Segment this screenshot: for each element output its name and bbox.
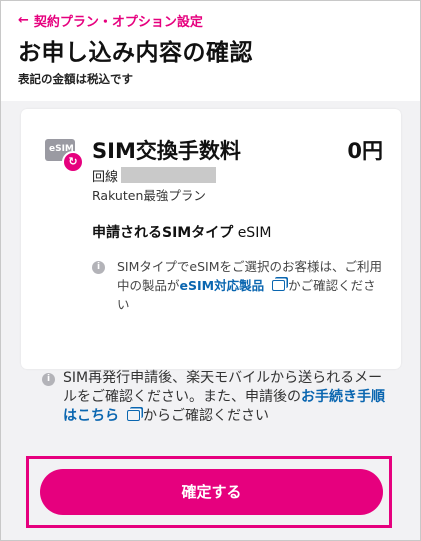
sim-type: 申請されるSIMタイプ eSIM [92,222,271,242]
reissue-note: SIM再発行申請後、楽天モバイルから送られるメールをご確認ください。また、申請後… [63,370,385,424]
refresh-icon: ↻ [62,151,84,173]
back-link[interactable]: ← 契約プラン・オプション設定 [18,11,203,30]
esim-compat-note: SIMタイプでeSIMをご選択のお客様は、ご利用中の製品がeSIM対応製品 かご確… [117,259,383,312]
tax-note: 表記の金額は税込です [18,72,133,86]
back-link-label: 契約プラン・オプション設定 [33,15,203,30]
arrow-left-icon: ← [18,13,29,28]
plan-name: Rakuten最強プラン [92,188,206,203]
fee-card: eSIM ↻ SIM交換手数料 0円 回線 Rakuten最強プラン 申請される… [21,109,401,369]
sim-type-value: eSIM [237,225,272,241]
confirm-button[interactable]: 確定する [40,469,383,515]
fee-name: SIM交換手数料 [92,139,241,163]
info-icon: i [42,373,55,386]
external-link-icon [272,280,286,291]
page-title: お申し込み内容の確認 [18,40,253,66]
sim-type-label: 申請されるSIMタイプ [92,225,234,241]
esim-compatible-link[interactable]: eSIM対応製品 [180,278,265,293]
esim-exchange-icon: eSIM ↻ [45,139,84,173]
confirmation-page: ← 契約プラン・オプション設定 お申し込み内容の確認 表記の金額は税込です eS… [0,0,421,541]
page-header: ← 契約プラン・オプション設定 お申し込み内容の確認 表記の金額は税込です [1,1,420,101]
info-icon: i [92,261,105,274]
redacted-line-number [121,167,216,183]
fee-price: 0円 [347,139,383,163]
external-link-icon [127,410,140,421]
line-label: 回線 [92,170,119,185]
